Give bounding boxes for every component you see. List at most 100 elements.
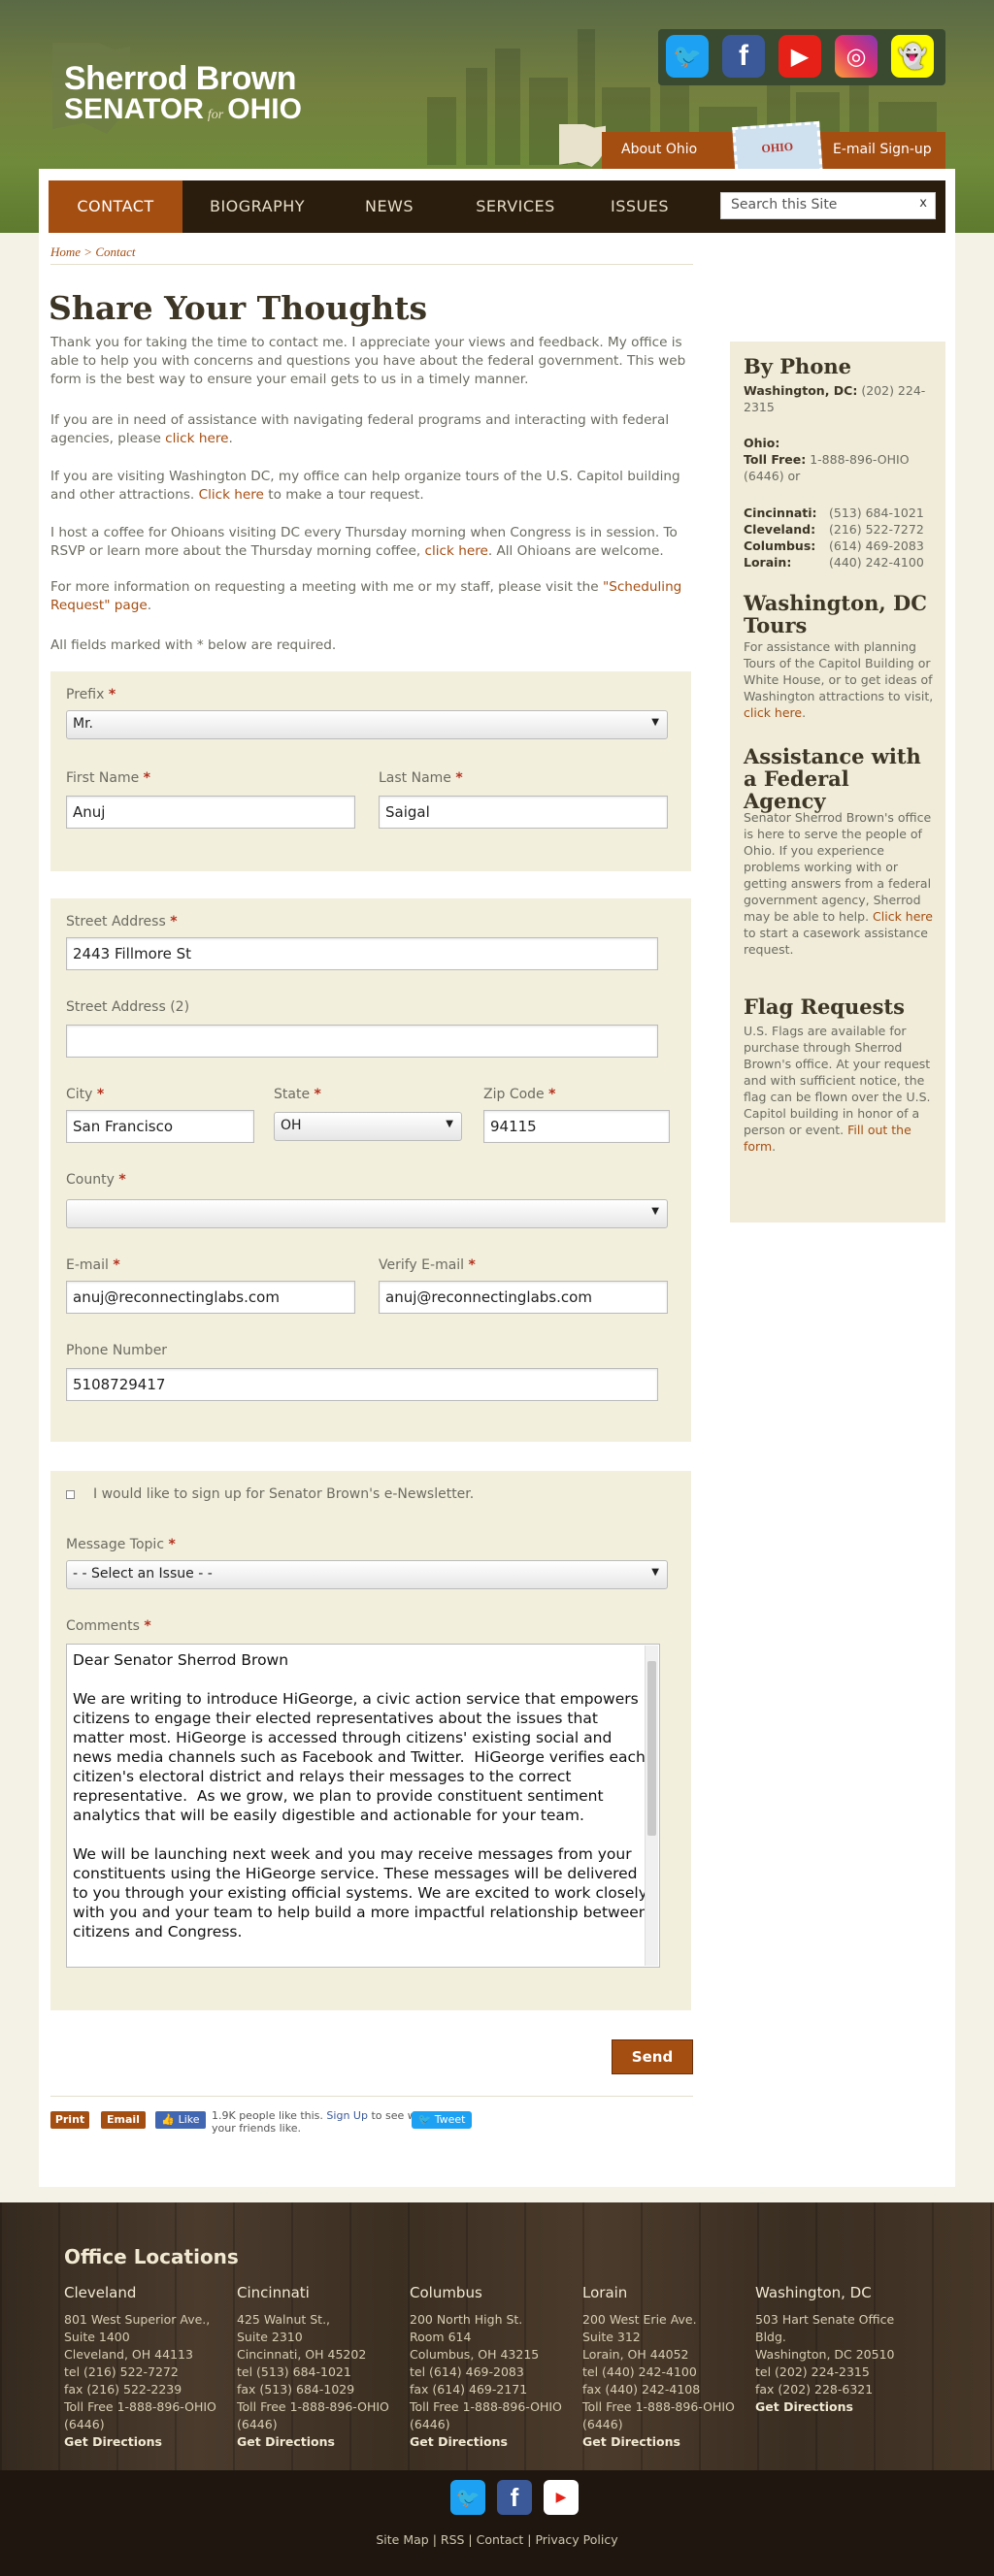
phone-field[interactable]: 5108729417 xyxy=(66,1368,658,1401)
get-directions-link[interactable]: Get Directions xyxy=(410,2434,508,2449)
breadcrumb-current[interactable]: Contact xyxy=(95,245,135,259)
period: . xyxy=(772,1139,777,1154)
facebook-like-button[interactable]: 👍 Like xyxy=(155,2111,206,2129)
office-fax: fax (216) 522-2239 xyxy=(64,2382,182,2397)
zip-label-text: Zip Code xyxy=(483,1087,545,1102)
office-lorain: Lorain 200 West Erie Ave. Suite 312 Lora… xyxy=(582,2284,747,2451)
p2-text: If you are in need of assistance with na… xyxy=(50,412,670,446)
p5-text: For more information on requesting a mee… xyxy=(50,579,603,595)
flag-body: U.S. Flags are available for purchase th… xyxy=(744,1024,931,1137)
required-note: All fields marked with * below are requi… xyxy=(50,637,337,653)
tour-request-link[interactable]: Click here xyxy=(199,487,264,503)
office-city: Cincinnati xyxy=(237,2284,310,2301)
casework-link[interactable]: Click here xyxy=(873,909,933,924)
link-sep: | xyxy=(523,2532,536,2547)
breadcrumb-home[interactable]: Home xyxy=(50,245,81,259)
get-directions-link[interactable]: Get Directions xyxy=(64,2434,162,2449)
get-directions-link[interactable]: Get Directions xyxy=(237,2434,335,2449)
send-button[interactable]: Send xyxy=(612,2039,693,2074)
page-title: Share Your Thoughts xyxy=(49,289,428,327)
twitter-icon[interactable]: 🐦 xyxy=(450,2480,485,2515)
intro-paragraph: Thank you for taking the time to contact… xyxy=(50,335,686,387)
nav-services[interactable]: SERVICES xyxy=(447,180,584,233)
topic-label-text: Message Topic xyxy=(66,1537,165,1552)
county-label-text: County xyxy=(66,1172,115,1188)
get-directions-link[interactable]: Get Directions xyxy=(582,2434,680,2449)
first-name-field[interactable]: Anuj xyxy=(66,796,355,829)
flag-title: Flag Requests xyxy=(744,995,905,1019)
agency-body: Senator Sherrod Brown's office is here t… xyxy=(744,810,932,924)
required-mark: * xyxy=(455,770,463,786)
snapchat-icon[interactable]: 👻 xyxy=(891,35,934,78)
office-address-1: 200 West Erie Ave. xyxy=(582,2312,697,2327)
email-field[interactable]: anuj@reconnectinglabs.com xyxy=(66,1281,355,1314)
city-field[interactable]: San Francisco xyxy=(66,1110,254,1143)
youtube-icon[interactable]: ▶ xyxy=(779,35,821,78)
print-button[interactable]: Print xyxy=(50,2111,89,2129)
office-tel: tel (216) 522-7272 xyxy=(64,2364,179,2379)
phone-ohio: Ohio: Toll Free: 1-888-896-OHIO (6446) or xyxy=(744,435,938,484)
footer-links: Site Map | RSS | Contact | Privacy Polic… xyxy=(0,2532,994,2547)
contact-link[interactable]: Contact xyxy=(477,2532,524,2547)
nav-issues[interactable]: ISSUES xyxy=(584,180,695,233)
office-address-2: Bldg. xyxy=(755,2330,786,2344)
textarea-scrollbar[interactable] xyxy=(645,1646,658,1966)
tweet-button[interactable]: 🐦 Tweet xyxy=(412,2111,472,2129)
sitemap-link[interactable]: Site Map xyxy=(376,2532,428,2547)
youtube-icon[interactable]: ▶ xyxy=(544,2480,579,2515)
last-name-field[interactable]: Saigal xyxy=(379,796,668,829)
agency-title: Assistance with a Federal Agency xyxy=(744,744,921,813)
nav-contact[interactable]: CONTACT xyxy=(49,180,182,233)
prefix-select[interactable]: Mr. ▼ xyxy=(66,710,668,739)
office-address-3: Lorain, OH 44052 xyxy=(582,2347,689,2362)
logo-subtitle[interactable]: SENATOR for OHIO xyxy=(64,93,302,126)
facebook-signup-link[interactable]: Sign Up xyxy=(326,2109,368,2122)
county-select[interactable]: ▼ xyxy=(66,1199,668,1228)
city-name: Cincinnati: xyxy=(744,505,817,520)
federal-programs-link[interactable]: click here xyxy=(165,431,228,446)
breadcrumb: Home > Contact xyxy=(50,245,136,260)
zip-field[interactable]: 94115 xyxy=(483,1110,670,1143)
office-address-1: 200 North High St. xyxy=(410,2312,523,2327)
verify-email-field[interactable]: anuj@reconnectinglabs.com xyxy=(379,1281,668,1314)
get-directions-link[interactable]: Get Directions xyxy=(755,2399,853,2414)
facebook-icon[interactable]: f xyxy=(722,35,765,78)
scheduling-paragraph: For more information on requesting a mee… xyxy=(50,578,691,615)
office-columbus: Columbus 200 North High St. Room 614 Col… xyxy=(410,2284,575,2451)
twitter-icon[interactable]: 🐦 xyxy=(666,35,709,78)
rss-link[interactable]: RSS xyxy=(441,2532,465,2547)
comments-textarea[interactable]: Dear Senator Sherrod Brown We are writin… xyxy=(66,1644,660,1968)
coffee-link[interactable]: click here xyxy=(425,543,488,559)
required-mark: * xyxy=(314,1087,321,1102)
street2-field[interactable] xyxy=(66,1025,658,1058)
office-fax: fax (440) 242-4108 xyxy=(582,2382,701,2397)
office-address-2: Suite 312 xyxy=(582,2330,641,2344)
search-input[interactable]: Search this Site x xyxy=(720,192,936,219)
tours-link[interactable]: click here xyxy=(744,705,802,720)
street-field[interactable]: 2443 Fillmore St xyxy=(66,937,658,970)
verify-email-label: Verify E-mail * xyxy=(379,1257,476,1273)
email-label: E-mail * xyxy=(66,1257,120,1273)
about-ohio-link[interactable]: About Ohio xyxy=(621,142,697,157)
state-select[interactable]: OH ▼ xyxy=(274,1112,462,1141)
required-mark: * xyxy=(170,914,178,929)
ohio-icon xyxy=(559,124,606,167)
required-mark: * xyxy=(468,1257,476,1273)
required-mark: * xyxy=(143,770,150,786)
nav-news[interactable]: NEWS xyxy=(332,180,447,233)
privacy-link[interactable]: Privacy Policy xyxy=(535,2532,617,2547)
topic-select[interactable]: - - Select an Issue - - ▼ xyxy=(66,1560,668,1589)
office-address-1: 425 Walnut St., xyxy=(237,2312,331,2327)
scrollbar-thumb[interactable] xyxy=(647,1661,656,1836)
prefix-label: Prefix * xyxy=(66,687,116,702)
instagram-icon[interactable]: ◎ xyxy=(835,35,878,78)
email-button[interactable]: Email xyxy=(101,2111,146,2129)
facebook-icon[interactable]: f xyxy=(497,2480,532,2515)
p3-end: to make a tour request. xyxy=(263,487,424,503)
clear-search-icon[interactable]: x xyxy=(919,196,927,211)
required-mark: * xyxy=(96,1087,105,1102)
newsletter-checkbox[interactable] xyxy=(66,1490,75,1499)
office-fax: fax (614) 469-2171 xyxy=(410,2382,528,2397)
email-signup-link[interactable]: E-mail Sign-up xyxy=(833,142,932,157)
nav-biography[interactable]: BIOGRAPHY xyxy=(182,180,332,233)
